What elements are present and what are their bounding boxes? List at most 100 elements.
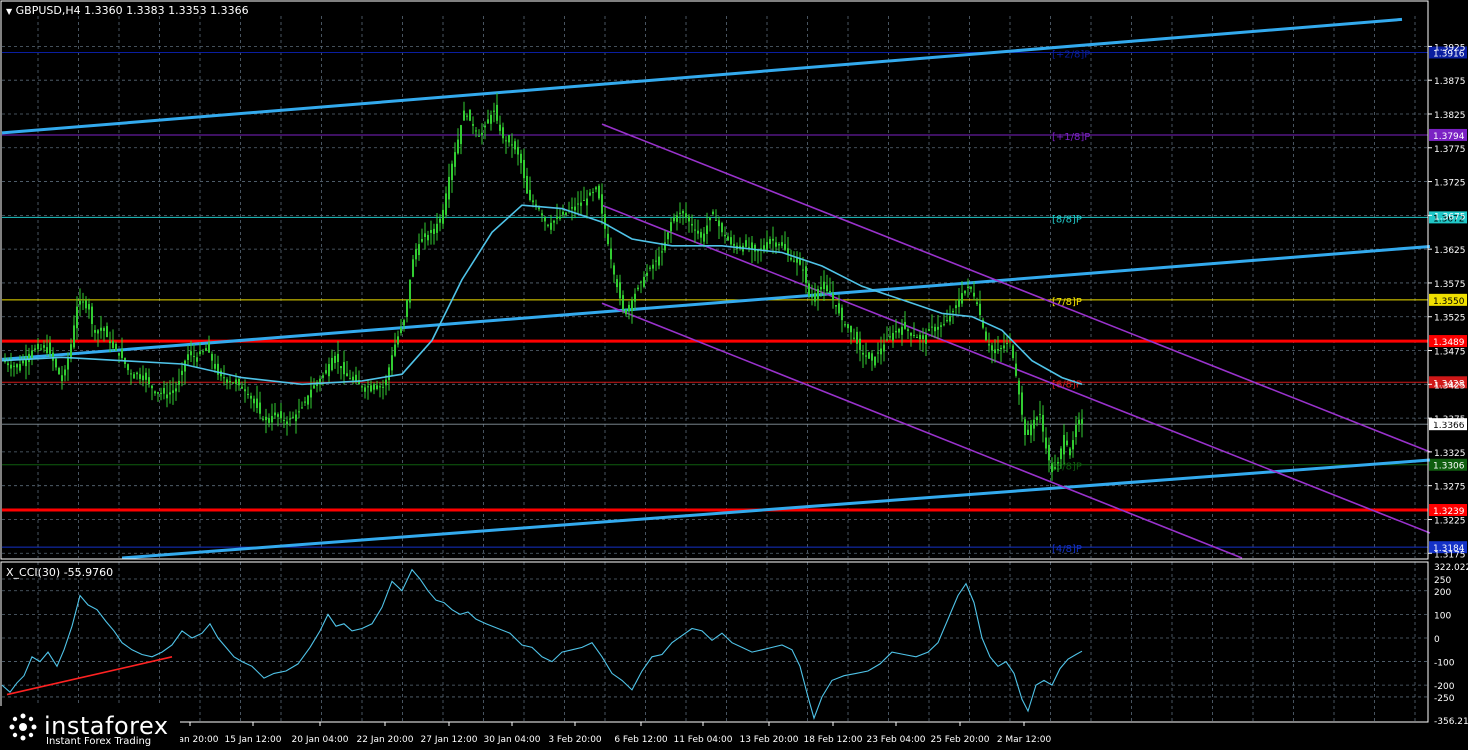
candle-body (445, 193, 447, 215)
candle-body (1063, 435, 1065, 455)
candle-body (1015, 363, 1017, 376)
moving-average-line (1, 204, 1083, 386)
candle-body (1021, 392, 1023, 415)
time-tick-label: 25 Feb 20:00 (930, 735, 989, 745)
candle-body (421, 239, 423, 242)
candle-body (619, 282, 621, 299)
level-price-label: 1.3550 (1433, 297, 1465, 307)
candle-body (1042, 414, 1044, 432)
murrey-level-label: [4/8]P (1052, 544, 1082, 555)
candle-body (613, 265, 615, 275)
candle-body (583, 200, 585, 202)
candle-body (112, 341, 114, 348)
candle-body (307, 395, 309, 405)
candle-body (475, 130, 477, 132)
candle-body (412, 259, 414, 277)
time-tick-label: 3 Feb 20:00 (548, 735, 602, 745)
candle-body (580, 202, 582, 206)
murrey-level-label: [8/8]P (1052, 214, 1082, 225)
candle-body (811, 296, 813, 298)
candle-body (844, 324, 846, 326)
level-price-label: 1.3794 (1433, 132, 1465, 142)
candle-body (223, 377, 225, 379)
candle-body (139, 374, 141, 379)
candle-body (715, 219, 717, 221)
candle-body (130, 373, 132, 375)
candle-body (616, 279, 618, 288)
candle-body (526, 175, 528, 194)
time-tick-label: 30 Jan 04:00 (484, 735, 541, 745)
candle-body (523, 159, 525, 179)
time-tick-label: 22 Jan 20:00 (357, 735, 414, 745)
candle-body (901, 326, 903, 335)
candle-body (439, 218, 441, 223)
candle-body (73, 325, 75, 348)
candle-body (934, 326, 936, 332)
price-tick-label: 1.3575 (1434, 280, 1466, 290)
candle-body (679, 212, 681, 214)
candle-body (832, 293, 834, 300)
candle-body (1066, 440, 1068, 446)
candle-body (199, 351, 201, 355)
candle-body (118, 353, 120, 356)
candle-body (283, 419, 285, 421)
candle-body (694, 229, 696, 231)
collapse-triangle-icon[interactable]: ▼ (6, 7, 12, 16)
candle-body (1000, 347, 1002, 349)
cci-tick-label: -356.214 (1434, 717, 1468, 727)
candle-body (400, 328, 402, 333)
candle-body (382, 386, 384, 388)
candle-body (232, 382, 234, 384)
candle-body (592, 191, 594, 193)
cci-tick-label: 322.0224 (1434, 563, 1468, 573)
candle-body (1030, 424, 1032, 436)
candle-body (418, 244, 420, 256)
candle-body (169, 392, 171, 395)
candle-body (787, 248, 789, 254)
candle-body (457, 139, 459, 154)
price-axis[interactable]: 1.3175 1.3225 1.3275 1.3325 1.3375 1.3425 1.34… (1428, 43, 1468, 727)
price-tick-label: 1.3375 (1434, 415, 1466, 425)
candle-body (661, 251, 663, 253)
candle-body (664, 242, 666, 251)
candle-body (649, 267, 651, 269)
candle-body (994, 349, 996, 354)
price-tick-label: 1.3425 (1434, 381, 1466, 391)
chart-canvas[interactable]: 1.3916[+2/8]P1.3794[+1/8]P1.3672[8/8]P1.… (0, 0, 1468, 750)
candle-body (67, 358, 69, 370)
candle-body (682, 211, 684, 214)
candle-body (721, 223, 723, 233)
candle-body (868, 352, 870, 359)
candle-body (1069, 448, 1071, 456)
candle-body (196, 357, 198, 362)
candle-body (79, 300, 81, 305)
candle-body (325, 370, 327, 374)
time-tick-label: 6 Feb 12:00 (614, 735, 668, 745)
candle-body (70, 344, 72, 359)
candle-body (631, 299, 633, 311)
candle-body (289, 418, 291, 420)
candle-body (610, 248, 612, 260)
candle-body (829, 290, 831, 294)
murrey-level-label: [+1/8]P (1052, 132, 1090, 143)
candle-body (205, 348, 207, 351)
candle-body (898, 328, 900, 333)
candle-body (346, 373, 348, 377)
candle-body (784, 244, 786, 250)
candle-body (133, 374, 135, 379)
candle-body (961, 293, 963, 304)
candle-body (97, 330, 99, 334)
candle-body (1012, 345, 1014, 359)
candle-body (277, 414, 279, 417)
grid (2, 16, 1428, 722)
price-tick-label: 1.3225 (1434, 516, 1466, 526)
candle-body (7, 363, 9, 366)
candle-body (718, 220, 720, 227)
candle-body (241, 386, 243, 389)
candle-body (298, 411, 300, 413)
candle-body (121, 349, 123, 358)
candle-body (166, 394, 168, 399)
candle-body (106, 326, 108, 338)
price-tick-label: 1.3325 (1434, 449, 1466, 459)
candle-body (262, 418, 264, 420)
